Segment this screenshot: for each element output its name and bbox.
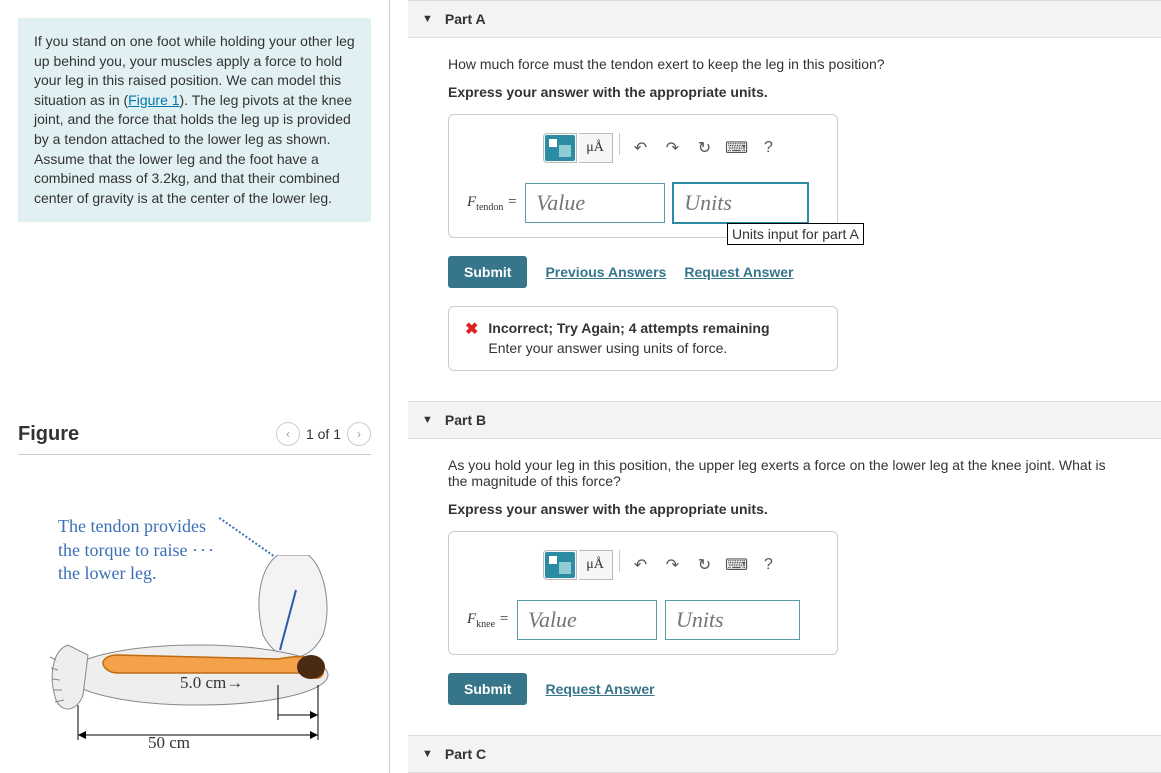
- caret-down-icon: ▼: [422, 13, 433, 25]
- problem-statement: If you stand on one foot while holding y…: [18, 18, 371, 222]
- caret-down-icon: ▼: [422, 748, 433, 760]
- templates-button[interactable]: [543, 550, 577, 580]
- feedback-title: Incorrect; Try Again; 4 attempts remaini…: [488, 319, 769, 339]
- feedback-message: Enter your answer using units of force.: [488, 339, 769, 359]
- part-b-question: As you hold your leg in this position, t…: [448, 457, 1128, 489]
- figure-title: Figure: [18, 423, 79, 446]
- figure-prev-button[interactable]: ‹: [276, 422, 300, 446]
- part-b-title: Part B: [445, 412, 486, 428]
- leg-diagram: [48, 555, 348, 755]
- part-a-question: How much force must the tendon exert to …: [448, 56, 1128, 72]
- part-a-request-answer-link[interactable]: Request Answer: [684, 264, 793, 280]
- part-b-units-input[interactable]: [665, 600, 800, 640]
- figure-image: The tendon provides the torque to raise …: [18, 475, 371, 755]
- help-button[interactable]: ?: [754, 550, 784, 580]
- figure-next-button[interactable]: ›: [347, 422, 371, 446]
- part-a-instruction: Express your answer with the appropriate…: [448, 84, 1128, 100]
- part-a-submit-button[interactable]: Submit: [448, 256, 527, 288]
- keyboard-button[interactable]: ⌨: [722, 550, 752, 580]
- reset-button[interactable]: ↻: [690, 133, 720, 163]
- part-a-value-input[interactable]: [525, 183, 665, 223]
- part-b-variable: Fknee =: [467, 611, 509, 630]
- part-a-variable: Ftendon =: [467, 194, 517, 213]
- units-tooltip: Units input for part A: [727, 223, 864, 245]
- part-b-submit-button[interactable]: Submit: [448, 673, 527, 705]
- incorrect-icon: ✖: [465, 319, 478, 358]
- figure-caption-l1: The tendon provides: [58, 516, 206, 536]
- redo-button[interactable]: ↷: [658, 133, 688, 163]
- part-a-units-input[interactable]: [673, 183, 808, 223]
- figure-pager-text: 1 of 1: [306, 426, 341, 442]
- dim-5cm: 5.0 cm: [180, 673, 226, 692]
- figure-pager: ‹ 1 of 1 ›: [276, 422, 371, 446]
- templates-button[interactable]: [543, 133, 577, 163]
- reset-button[interactable]: ↻: [690, 550, 720, 580]
- help-button[interactable]: ?: [754, 133, 784, 163]
- part-b-answer-box: μÅ ↶ ↷ ↻ ⌨ ? Fknee =: [448, 531, 838, 655]
- part-b-header[interactable]: ▼ Part B: [408, 401, 1161, 439]
- part-b-instruction: Express your answer with the appropriate…: [448, 501, 1128, 517]
- part-b-request-answer-link[interactable]: Request Answer: [545, 681, 654, 697]
- part-c-title: Part C: [445, 746, 486, 762]
- part-a-feedback: ✖ Incorrect; Try Again; 4 attempts remai…: [448, 306, 838, 371]
- special-chars-button[interactable]: μÅ: [579, 550, 613, 580]
- keyboard-button[interactable]: ⌨: [722, 133, 752, 163]
- figure-1-link[interactable]: Figure 1: [128, 92, 179, 108]
- undo-button[interactable]: ↶: [626, 550, 656, 580]
- special-chars-button[interactable]: μÅ: [579, 133, 613, 163]
- part-b-value-input[interactable]: [517, 600, 657, 640]
- caret-down-icon: ▼: [422, 414, 433, 426]
- part-a-title: Part A: [445, 11, 486, 27]
- dim-50cm: 50 cm: [148, 733, 190, 753]
- intro-text-2: ). The leg pivots at the knee joint, and…: [34, 92, 352, 206]
- part-a-previous-answers-link[interactable]: Previous Answers: [545, 264, 666, 280]
- part-a-answer-box: μÅ ↶ ↷ ↻ ⌨ ? Ftendon = Units input for p…: [448, 114, 838, 238]
- undo-button[interactable]: ↶: [626, 133, 656, 163]
- part-c-header[interactable]: ▼ Part C: [408, 735, 1161, 773]
- redo-button[interactable]: ↷: [658, 550, 688, 580]
- part-a-header[interactable]: ▼ Part A: [408, 0, 1161, 38]
